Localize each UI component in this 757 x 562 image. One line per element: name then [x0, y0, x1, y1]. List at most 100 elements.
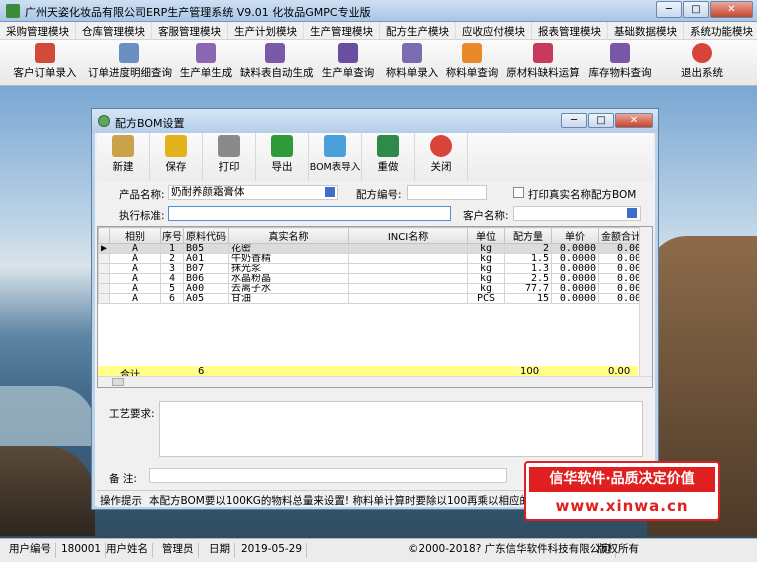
menu-production-plan[interactable]: 生产计划模块 [227, 22, 303, 39]
bom-grid[interactable]: 相别 序号 原料代码 真实名称 INCI名称 单位 配方量 单价 金额合计 ▶ … [97, 226, 653, 388]
col-real-name[interactable]: 真实名称 [228, 227, 350, 244]
close-button[interactable]: ✕ [710, 1, 753, 18]
col-material-code[interactable]: 原料代码 [183, 227, 230, 244]
customer-label: 客户名称: [463, 210, 509, 222]
minimize-button[interactable]: ─ [656, 1, 682, 18]
table-row[interactable]: A 5 A00 去离子水 kg 77.7 0.0000 0.00 [98, 283, 645, 294]
new-button[interactable]: 新建 [97, 133, 150, 181]
order-progress-query-button[interactable]: 订单进度明细查询 [88, 43, 172, 85]
table-row[interactable]: A 3 B07 抹光浆 kg 1.3 0.0000 0.00 [98, 263, 645, 274]
date-label: 日期 [205, 543, 235, 558]
menu-purchase[interactable]: 采购管理模块 [0, 22, 75, 39]
date-value: 2019-05-29 [237, 543, 308, 558]
status-hint-label: 操作提示 [100, 495, 142, 507]
flower-icon [462, 43, 482, 63]
process-requirements-textarea[interactable] [159, 401, 643, 457]
feather-icon [265, 43, 285, 63]
col-inci-name[interactable]: INCI名称 [348, 227, 469, 244]
feather-icon [196, 43, 216, 63]
close-dialog-button[interactable]: 关闭 [415, 133, 468, 181]
formula-no-field[interactable] [407, 185, 487, 200]
redo-button[interactable]: 重做 [362, 133, 415, 181]
redo-icon [377, 135, 399, 157]
export-button[interactable]: 导出 [256, 133, 309, 181]
dialog-titlebar: 配方BOM设置 ─ □ ✕ [92, 109, 658, 133]
print-button[interactable]: 打印 [203, 133, 256, 181]
menu-reports[interactable]: 报表管理模块 [531, 22, 607, 39]
formula-no-label: 配方编号: [356, 189, 402, 201]
col-unit[interactable]: 单位 [467, 227, 506, 244]
app-logo-icon [6, 4, 20, 18]
dialog-maximize-button[interactable]: □ [588, 113, 614, 128]
customer-field[interactable] [513, 206, 641, 221]
table-row[interactable]: A 2 A01 牛奶香精 kg 1.5 0.0000 0.00 [98, 253, 645, 264]
bom-import-button[interactable]: BOM表导入 [309, 133, 362, 181]
rights-text: 版权所有 [597, 543, 639, 555]
standard-field[interactable] [168, 206, 451, 221]
user-name-value: 管理员 [158, 543, 199, 558]
main-toolbar: 客户订单录入 订单进度明细查询 生产单生成 缺料表自动生成 生产单查询 称料单录… [0, 40, 757, 86]
bom-header-form: 产品名称: 奶耐养颜霜膏体 配方编号: 打印真实名称配方BOM 执行标准: 客户… [97, 183, 653, 223]
menu-receivable-payable[interactable]: 应收应付模块 [455, 22, 531, 39]
product-name-field[interactable]: 奶耐养颜霜膏体 [168, 185, 338, 200]
print-real-name-label: 打印真实名称配方BOM [528, 189, 637, 201]
dialog-minimize-button[interactable]: ─ [561, 113, 587, 128]
customer-order-entry-button[interactable]: 客户订单录入 [8, 43, 82, 85]
weighing-entry-button[interactable]: 称料单录入 [382, 43, 442, 85]
save-disk-icon [165, 135, 187, 157]
arrow-right-icon [271, 135, 293, 157]
note-label: 备 注: [109, 473, 137, 485]
menu-warehouse[interactable]: 仓库管理模块 [75, 22, 151, 39]
menu-base-data[interactable]: 基础数据模块 [607, 22, 683, 39]
col-amount[interactable]: 金额合计 [598, 227, 645, 244]
power-icon [692, 43, 712, 63]
shortage-generate-button[interactable]: 缺料表自动生成 [240, 43, 314, 85]
maximize-button[interactable]: □ [683, 1, 709, 18]
window-controls: ─ □ ✕ [655, 1, 753, 18]
customer-lookup-icon[interactable] [627, 208, 637, 218]
bom-settings-dialog: 配方BOM设置 ─ □ ✕ 新建 保存 打印 导出 BOM表导入 重做 关闭 产… [91, 108, 659, 510]
save-button[interactable]: 保存 [150, 133, 203, 181]
feather-icon [338, 43, 358, 63]
table-row[interactable]: A 6 A05 甘油 PCS 15 0.0000 0.00 [98, 293, 645, 304]
scroll-thumb[interactable] [112, 378, 124, 386]
weighing-query-button[interactable]: 称料单查询 [444, 43, 500, 85]
menu-production-management[interactable]: 生产管理模块 [303, 22, 379, 39]
background-rock [0, 446, 95, 536]
menu-formula-production[interactable]: 配方生产模块 [379, 22, 455, 39]
table-row[interactable]: A 4 B06 水晶粉晶 kg 2.5 0.0000 0.00 [98, 273, 645, 284]
watermark-slogan: 信华软件·品质决定价值 [529, 467, 715, 492]
product-name-label: 产品名称: [119, 189, 165, 201]
process-requirements-label: 工艺要求: [109, 408, 155, 420]
col-seq[interactable]: 序号 [160, 227, 185, 244]
production-order-create-button[interactable]: 生产单生成 [176, 43, 236, 85]
app-status-bar: 用户编号 180001 用户姓名 管理员 日期 2019-05-29 ©2000… [0, 538, 757, 562]
production-order-query-button[interactable]: 生产单查询 [318, 43, 378, 85]
print-real-name-checkbox[interactable] [513, 187, 524, 198]
user-no-label: 用户编号 [5, 543, 56, 558]
product-lookup-icon[interactable] [325, 187, 335, 197]
menu-customer-service[interactable]: 客服管理模块 [151, 22, 227, 39]
note-field[interactable] [149, 468, 507, 483]
user-no-value: 180001 [57, 543, 107, 558]
background-wave [0, 386, 95, 446]
col-price[interactable]: 单价 [551, 227, 600, 244]
menu-system[interactable]: 系统功能模块 [683, 22, 757, 39]
dialog-close-button[interactable]: ✕ [615, 113, 653, 128]
col-quantity[interactable]: 配方量 [504, 227, 553, 244]
copyright-text: ©2000-2018? 广东信华软件科技有限公司 [404, 543, 616, 558]
import-icon [324, 135, 346, 157]
stock-query-button[interactable]: 库存物料查询 [588, 43, 652, 85]
row-pointer-icon: ▶ [98, 243, 111, 254]
col-phase[interactable]: 相别 [109, 227, 162, 244]
dialog-title: 配方BOM设置 [115, 117, 185, 130]
grid-vertical-scrollbar[interactable] [639, 227, 652, 377]
grid-header-row: 相别 序号 原料代码 真实名称 INCI名称 单位 配方量 单价 金额合计 [98, 227, 645, 244]
table-row[interactable]: ▶ A 1 B05 花密 kg 2 0.0000 0.00 [98, 243, 645, 254]
grid-horizontal-scrollbar[interactable] [98, 376, 652, 387]
app-title: 广州天姿化妆品有限公司ERP生产管理系统 V9.01 化妆品GMPC专业版 [25, 6, 371, 19]
vendor-watermark: 信华软件·品质决定价值 www.xinwa.cn [524, 461, 720, 521]
printer-icon [218, 135, 240, 157]
exit-system-button[interactable]: 退出系统 [676, 43, 728, 85]
material-shortage-calc-button[interactable]: 原材料缺料运算 [506, 43, 580, 85]
